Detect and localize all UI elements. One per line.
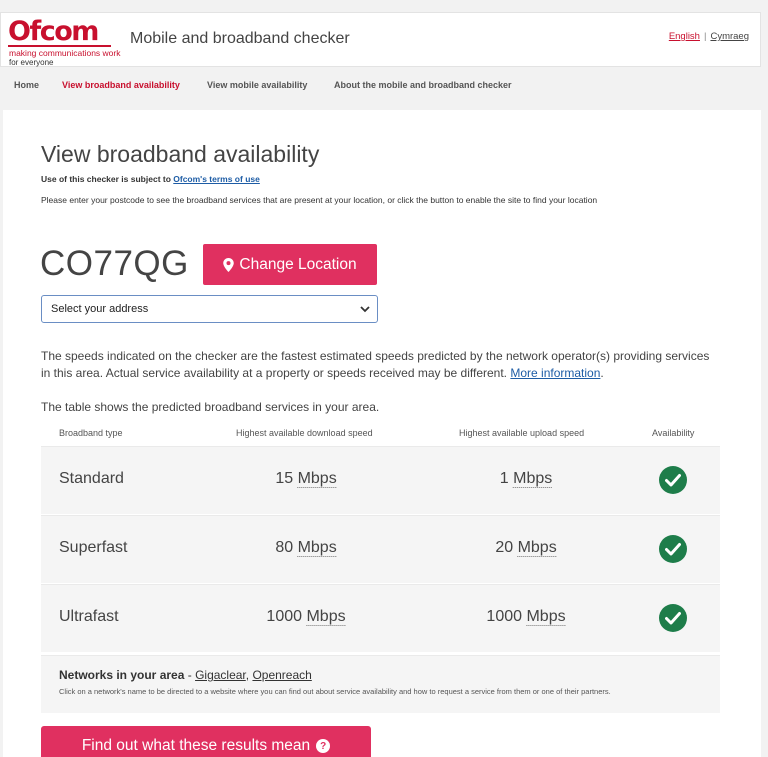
network-link-gigaclear[interactable]: Gigaclear (195, 668, 246, 682)
header-availability: Availability (652, 428, 695, 438)
header-upload-speed: Highest available upload speed (459, 428, 585, 438)
instructions-text: Please enter your postcode to see the br… (41, 195, 598, 205)
download-unit: Mbps (297, 539, 337, 557)
postcode-display: CO77QG (40, 244, 189, 283)
terms-link[interactable]: Ofcom's terms of use (173, 174, 260, 184)
download-speed: 1000 Mbps (266, 608, 346, 626)
logo-tagline-secondary: for everyone (9, 58, 54, 67)
nav-mobile[interactable]: View mobile availability (207, 80, 307, 90)
chevron-down-icon (360, 306, 370, 313)
site-title: Mobile and broadband checker (130, 30, 350, 47)
download-speed: 15 Mbps (275, 470, 337, 488)
table-intro: The table shows the predicted broadband … (41, 400, 380, 414)
upload-speed: 20 Mbps (495, 539, 557, 557)
upload-value: 1 (499, 470, 509, 487)
download-speed: 80 Mbps (275, 539, 337, 557)
broadband-type: Superfast (59, 539, 128, 556)
download-value: 80 (275, 539, 294, 556)
change-location-button[interactable]: Change Location (203, 244, 377, 285)
terms-prefix: Use of this checker is subject to (41, 174, 174, 184)
nav-home[interactable]: Home (14, 80, 39, 90)
site-header: Ofcom making communications work for eve… (0, 12, 761, 67)
page-title: View broadband availability (41, 141, 320, 167)
terms-notice: Use of this checker is subject to Ofcom'… (41, 174, 260, 184)
logo-underline (8, 45, 111, 47)
address-select-value: Select your address (51, 303, 149, 315)
logo-wordmark: Ofcom (8, 16, 99, 47)
download-value: 15 (275, 470, 294, 487)
language-switcher: English | Cymraeg (669, 31, 749, 42)
download-unit: Mbps (306, 608, 346, 626)
nav-about[interactable]: About the mobile and broadband checker (334, 80, 512, 90)
upload-speed: 1 Mbps (499, 470, 553, 488)
change-location-label: Change Location (239, 255, 357, 273)
networks-panel: Networks in your area - Gigaclear, Openr… (41, 655, 720, 713)
map-marker-icon (223, 257, 235, 272)
table-row: Standard 15 Mbps 1 Mbps (41, 446, 720, 514)
check-circle-icon (659, 466, 687, 494)
address-select[interactable]: Select your address (41, 295, 378, 323)
networks-note: Click on a network's name to be directed… (59, 687, 611, 696)
speed-disclaimer: The speeds indicated on the checker are … (41, 348, 721, 382)
upload-unit: Mbps (513, 470, 553, 488)
table-header: Broadband type Highest available downloa… (41, 426, 720, 444)
results-meaning-label: Find out what these results mean (81, 737, 311, 754)
nav-broadband[interactable]: View broadband availability (62, 80, 180, 90)
results-meaning-button[interactable]: Find out what these results mean ? (41, 726, 371, 757)
table-row: Ultrafast 1000 Mbps 1000 Mbps (41, 584, 720, 652)
logo-tagline: making communications work (9, 48, 121, 58)
download-unit: Mbps (297, 470, 337, 488)
download-value: 1000 (266, 608, 303, 625)
check-circle-icon (659, 535, 687, 563)
header-broadband-type: Broadband type (59, 428, 123, 438)
lang-english-link[interactable]: English (669, 31, 700, 42)
main-content: View broadband availability Use of this … (3, 110, 761, 757)
upload-value: 1000 (486, 608, 523, 625)
check-circle-icon (659, 604, 687, 632)
networks-label: Networks in your area (59, 668, 185, 682)
networks-line: Networks in your area - Gigaclear, Openr… (59, 668, 312, 682)
broadband-type: Ultrafast (59, 608, 119, 625)
disclaimer-text: The speeds indicated on the checker are … (41, 349, 710, 380)
lang-welsh-link[interactable]: Cymraeg (710, 31, 749, 42)
disclaimer-end: . (600, 366, 604, 380)
table-row: Superfast 80 Mbps 20 Mbps (41, 515, 720, 583)
question-circle-icon: ? (316, 739, 331, 753)
upload-value: 20 (495, 539, 514, 556)
upload-speed: 1000 Mbps (486, 608, 566, 626)
more-information-link[interactable]: More information (510, 366, 600, 380)
networks-dash: - (184, 668, 196, 682)
lang-separator: | (703, 31, 707, 42)
upload-unit: Mbps (526, 608, 566, 626)
network-link-openreach[interactable]: Openreach (252, 668, 311, 682)
header-download-speed: Highest available download speed (236, 428, 373, 438)
ofcom-logo[interactable]: Ofcom making communications work for eve… (8, 16, 121, 67)
upload-unit: Mbps (517, 539, 557, 557)
main-nav: Home View broadband availability View mo… (0, 73, 761, 99)
broadband-type: Standard (59, 470, 124, 487)
